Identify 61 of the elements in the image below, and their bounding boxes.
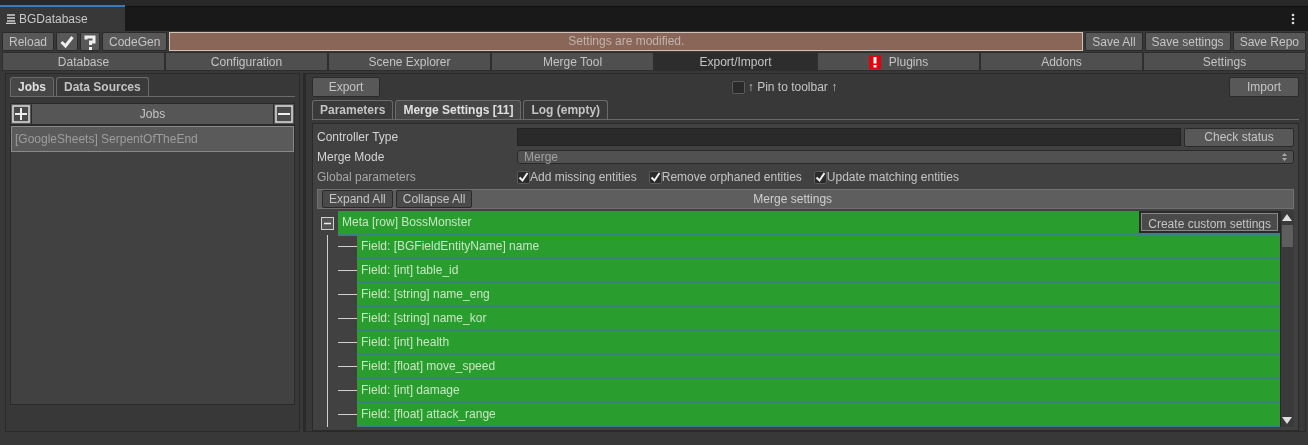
toolbar-button[interactable]: Save All [1085, 32, 1143, 51]
tab[interactable]: Merge Settings [11] [395, 100, 522, 119]
toolbar-button[interactable]: Expand All [322, 190, 393, 208]
tab[interactable]: Jobs [10, 77, 54, 96]
export-button[interactable]: Export [312, 77, 380, 97]
toolbar-button[interactable]: Save settings [1144, 32, 1231, 51]
tab[interactable]: Configuration [165, 52, 328, 71]
dropdown-icon [1282, 152, 1287, 162]
tab[interactable]: Export/Import [654, 52, 817, 71]
checkbox[interactable] [517, 170, 530, 184]
collapse-icon[interactable] [321, 216, 334, 230]
check-icon[interactable] [56, 32, 79, 51]
add-icon[interactable] [11, 104, 31, 124]
checkbox-label: Add missing entities [530, 169, 637, 186]
menu-icon [6, 14, 16, 24]
window-title: BGDatabase [19, 11, 88, 28]
checkbox[interactable] [648, 170, 662, 184]
status-message: Settings are modified. [169, 32, 1084, 51]
tab[interactable]: Settings [1143, 52, 1306, 71]
tab[interactable]: Log (empty) [523, 100, 609, 119]
scrollbar-thumb[interactable] [1282, 225, 1293, 247]
checkbox[interactable] [813, 170, 827, 184]
checkbox[interactable] [731, 80, 745, 94]
scrollbar[interactable] [1280, 211, 1294, 427]
tab[interactable]: Addons [980, 52, 1143, 71]
tab[interactable]: Plugins [817, 52, 980, 71]
tree-item-label[interactable]: Field: [int] health [361, 333, 450, 351]
field-label: Global parameters [317, 169, 417, 186]
input-field[interactable] [517, 128, 1181, 146]
toolbar-button[interactable]: Collapse All [395, 190, 473, 208]
tab[interactable]: Data Sources [56, 77, 149, 96]
pin-label: ↑ Pin to toolbar ↑ [747, 79, 838, 96]
field-label: Merge Mode [317, 149, 386, 166]
list-item[interactable]: [GoogleSheets] SerpentOfTheEnd [11, 126, 294, 152]
column-header: Jobs [31, 104, 274, 124]
create-settings-button[interactable]: Create custom settings [1139, 211, 1280, 233]
checkbox-label: Remove orphaned entities [661, 169, 802, 186]
tree-item-label[interactable]: Field: [float] attack_range [361, 405, 496, 423]
tab[interactable]: Merge Tool [491, 52, 654, 71]
tree-item-label[interactable]: Field: [string] name_kor [361, 309, 487, 327]
tree-item-label[interactable]: Field: [int] table_id [361, 261, 459, 279]
import-button[interactable]: Import [1229, 77, 1299, 97]
window-tab[interactable]: BGDatabase [0, 5, 125, 31]
toolbar-button[interactable]: Save Repo [1232, 32, 1306, 51]
tree-item-label[interactable]: Field: [int] damage [361, 381, 460, 399]
section-title: Merge settings [752, 191, 834, 208]
check-status-button[interactable]: Check status [1184, 127, 1294, 147]
checkbox-label: Update matching entities [826, 169, 959, 186]
tree-item-label[interactable]: Field: [BGFieldEntityName] name [361, 237, 540, 255]
toolbar-button[interactable]: CodeGen [102, 32, 168, 51]
tab[interactable]: Database [2, 52, 165, 71]
dropdown[interactable]: Merge [517, 150, 1294, 164]
field-label: Controller Type [317, 129, 400, 146]
toolbar-button[interactable]: Reload [2, 32, 55, 51]
tree-item-label[interactable]: Field: [string] name_eng [361, 285, 490, 303]
tree-item-label[interactable]: Meta [row] BossMonster [342, 213, 472, 231]
tree-item-label[interactable]: Field: [float] move_speed [361, 357, 496, 375]
tab[interactable]: Parameters [312, 100, 394, 119]
remove-icon[interactable] [274, 104, 294, 124]
tab[interactable]: Scene Explorer [328, 52, 491, 71]
help-icon[interactable] [80, 32, 101, 51]
